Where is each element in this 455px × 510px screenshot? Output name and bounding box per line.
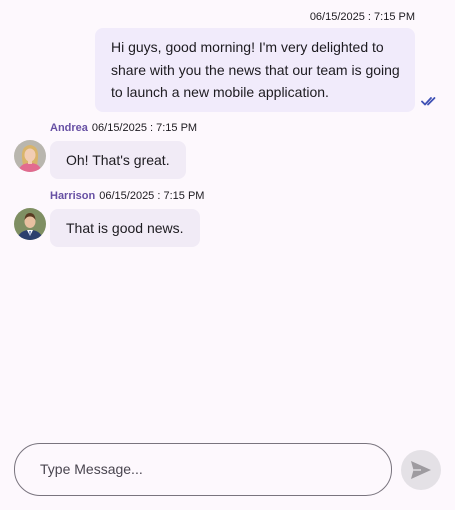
send-button[interactable]: [401, 450, 441, 490]
message-header: Harrison 06/15/2025 : 7:15 PM: [50, 190, 204, 202]
message-timestamp: 06/15/2025 : 7:15 PM: [99, 190, 205, 202]
message-input[interactable]: [40, 444, 370, 494]
outgoing-message-timestamp: 06/15/2025 : 7:15 PM: [309, 11, 415, 23]
message-timestamp: 06/15/2025 : 7:15 PM: [91, 122, 198, 134]
sender-name: Andrea: [50, 122, 88, 134]
incoming-message-bubble: Oh! That's great.: [50, 141, 186, 179]
message-composer[interactable]: [14, 443, 392, 496]
sender-name: Harrison: [50, 190, 96, 202]
double-check-icon: [421, 97, 436, 106]
incoming-message-bubble: That is good news.: [50, 209, 200, 247]
message-header: Andrea 06/15/2025 : 7:15 PM: [50, 122, 197, 134]
avatar-andrea[interactable]: [14, 140, 46, 172]
outgoing-message-bubble: Hi guys, good morning! I'm very delighte…: [95, 28, 415, 112]
send-icon: [411, 461, 431, 479]
avatar-harrison[interactable]: [14, 208, 46, 240]
